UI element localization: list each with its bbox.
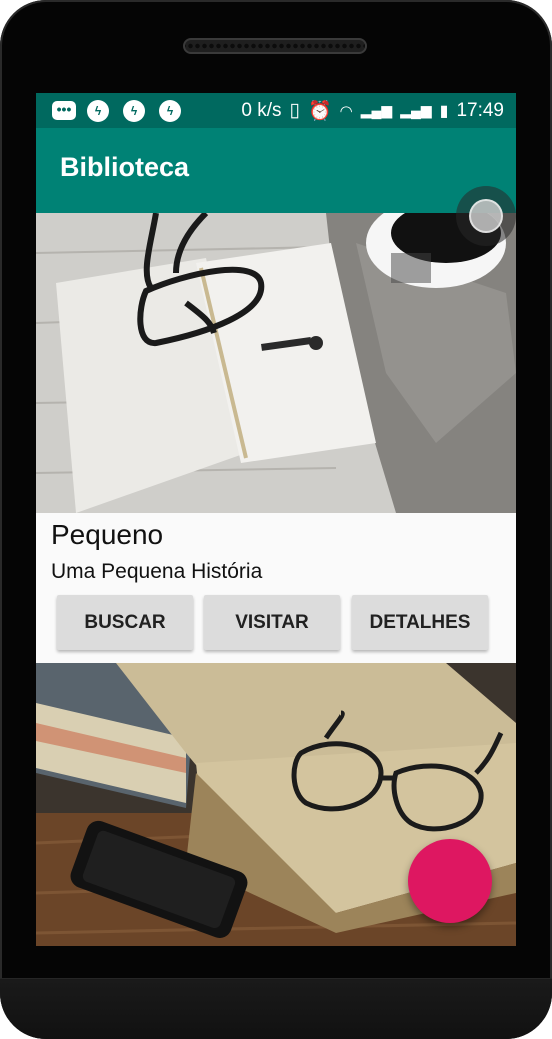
signal-icon: ▂▄▆ [360, 102, 393, 118]
messenger-icon: ϟ [123, 100, 145, 122]
screen: ••• ϟ ϟ ϟ 0 k/s ▯ ⏰ ◠ ▂▄▆ ▂▄▆ ▮ 17:49 Bi… [36, 93, 516, 946]
alarm-icon: ⏰ [307, 100, 332, 122]
status-indicators: 0 k/s ▯ ⏰ ◠ ▂▄▆ ▂▄▆ ▮ 17:49 [241, 93, 504, 128]
messenger-icon: ϟ [87, 100, 109, 122]
network-speed: 0 k/s [241, 99, 282, 121]
visit-button[interactable]: VISITAR [204, 595, 340, 650]
floating-action-button[interactable] [408, 839, 492, 923]
battery-charging-icon: ▮ [439, 102, 449, 120]
phone-frame: ••• ϟ ϟ ϟ 0 k/s ▯ ⏰ ◠ ▂▄▆ ▂▄▆ ▮ 17:49 Bi… [0, 0, 552, 1039]
phone-bottom-bezel [0, 978, 552, 1039]
app-bar: Biblioteca [36, 128, 516, 213]
status-bar: ••• ϟ ϟ ϟ 0 k/s ▯ ⏰ ◠ ▂▄▆ ▂▄▆ ▮ 17:49 [36, 93, 516, 128]
clock: 17:49 [456, 99, 504, 121]
messenger-icon: ϟ [159, 100, 181, 122]
search-button[interactable]: BUSCAR [57, 595, 193, 650]
touch-indicator [456, 186, 516, 246]
vibrate-icon: ▯ [289, 100, 300, 121]
card-subtitle: Uma Pequena História [51, 560, 263, 583]
card-title: Pequeno [51, 519, 164, 550]
speaker-grille [183, 38, 367, 54]
signal-icon: ▂▄▆ [400, 102, 432, 118]
card-image-notebook [36, 213, 516, 513]
wifi-icon: ◠ [339, 102, 353, 120]
message-icon: ••• [52, 101, 76, 120]
app-title: Biblioteca [60, 152, 190, 182]
card-body: Pequeno Uma Pequena História BUSCAR VISI… [36, 513, 516, 663]
details-button[interactable]: DETALHES [352, 595, 488, 650]
